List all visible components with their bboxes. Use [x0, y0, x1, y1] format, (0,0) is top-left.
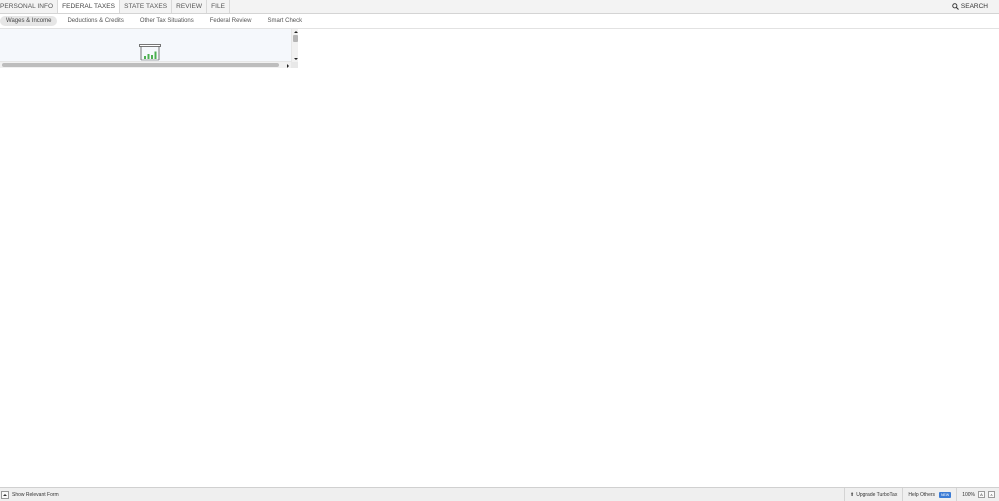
status-bar: Show Relevant Form ⬆ Upgrade TurboTax He… [0, 487, 999, 501]
upgrade-label: Upgrade TurboTax [856, 491, 898, 498]
scrollbar-corner [291, 62, 298, 68]
subtab-other-tax-situations[interactable]: Other Tax Situations [134, 16, 200, 26]
subtab-deductions-credits[interactable]: Deductions & Credits [61, 16, 129, 26]
upgrade-arrow-icon: ⬆ [850, 491, 855, 498]
top-nav: PERSONAL INFO FEDERAL TAXES STATE TAXES … [0, 0, 999, 14]
subtab-federal-review[interactable]: Federal Review [204, 16, 258, 26]
search-label: SEARCH [960, 3, 988, 10]
magnifier-icon [952, 3, 959, 10]
new-badge: NEW [939, 491, 952, 498]
search-button[interactable]: SEARCH [952, 0, 999, 13]
zoom-level: 100% [962, 491, 975, 498]
help-others-link[interactable]: Help Others NEW [902, 488, 956, 501]
scroll-right-arrow-icon[interactable] [286, 63, 289, 68]
tab-personal-info[interactable]: PERSONAL INFO [0, 0, 59, 13]
scroll-up-arrow-icon[interactable] [293, 30, 298, 33]
help-others-label: Help Others [908, 491, 936, 498]
tab-review[interactable]: REVIEW [172, 0, 208, 13]
scroll-down-arrow-icon[interactable] [293, 58, 298, 60]
form-toggle-button[interactable] [1, 490, 9, 499]
vertical-scroll-thumb[interactable] [293, 35, 298, 42]
chevron-up-icon [3, 493, 7, 496]
turbotax-window: PERSONAL INFO FEDERAL TAXES STATE TAXES … [0, 0, 999, 501]
upgrade-turbotax-link[interactable]: ⬆ Upgrade TurboTax [844, 488, 902, 501]
horizontal-scroll-thumb[interactable] [2, 63, 279, 67]
tab-file[interactable]: FILE [207, 0, 231, 13]
horizontal-scrollbar[interactable] [0, 61, 291, 68]
subtab-smart-check[interactable]: Smart Check [261, 16, 308, 26]
zoom-controls: 100% A A [956, 488, 999, 501]
zoom-in-button[interactable]: A [978, 491, 985, 498]
subtab-wages-income[interactable]: Wages & Income [0, 16, 58, 26]
vertical-scrollbar[interactable] [291, 29, 298, 62]
zoom-out-button[interactable]: A [988, 491, 995, 498]
tab-state-taxes[interactable]: STATE TAXES [120, 0, 173, 13]
status-bar-right: ⬆ Upgrade TurboTax Help Others NEW 100% … [844, 488, 999, 501]
presentation-chart-icon [139, 44, 161, 61]
tab-federal-taxes[interactable]: FEDERAL TAXES [58, 0, 121, 13]
show-relevant-form-link[interactable]: Show Relevant Form [12, 492, 59, 498]
sub-nav: Wages & Income Deductions & Credits Othe… [0, 14, 999, 29]
